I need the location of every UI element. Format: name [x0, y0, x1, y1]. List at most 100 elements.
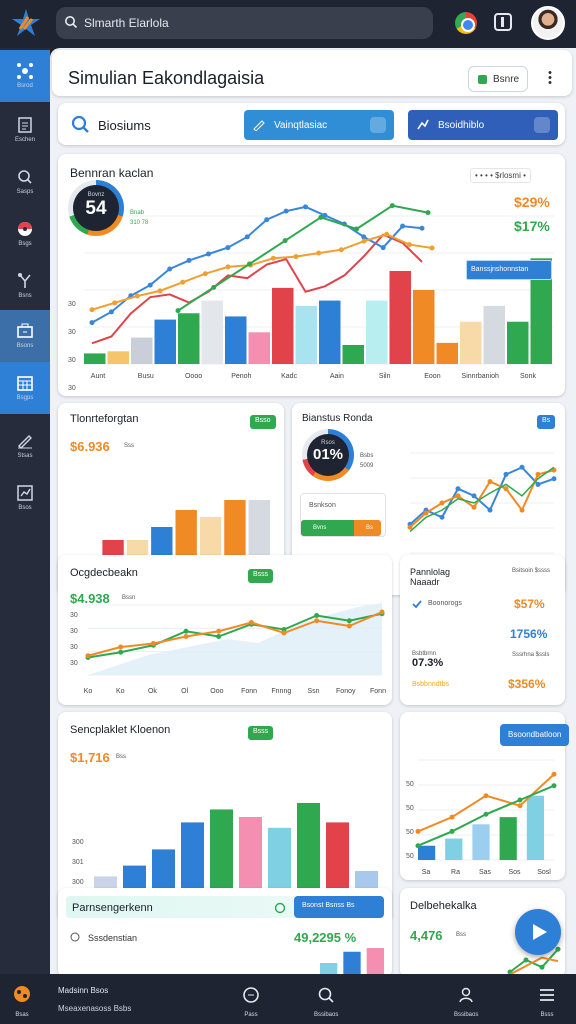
sidebar-item-label: Sasps — [16, 189, 34, 195]
chart-bar — [84, 353, 106, 364]
data-point — [487, 507, 493, 513]
bottom-nav-clock[interactable]: Pass — [242, 986, 260, 1018]
data-point — [157, 288, 163, 294]
x-tick-label: Sinnrbanioh — [462, 373, 499, 380]
bottom-nav-home[interactable]: Bsas — [12, 984, 32, 1018]
grid-icon — [17, 376, 33, 391]
data-point — [183, 634, 189, 639]
data-point — [425, 210, 431, 216]
record-icon — [18, 222, 32, 236]
search-input-text[interactable]: Slmarth Elarlola — [84, 16, 169, 30]
more-options-icon[interactable] — [548, 70, 552, 84]
data-point — [483, 811, 489, 817]
chart-bar — [319, 300, 341, 364]
chart-bar — [131, 337, 153, 364]
x-tick-label: Eoon — [424, 373, 440, 380]
save-button[interactable]: Bsnre — [468, 66, 528, 92]
save-icon — [478, 75, 487, 84]
x-tick-label: Kadc — [281, 373, 297, 380]
y-tick-label: 30 — [70, 644, 78, 651]
sidebar-item-calendar[interactable]: Bsgps — [0, 362, 50, 414]
data-point — [216, 628, 222, 634]
data-point — [282, 238, 288, 244]
chart-bar — [418, 845, 436, 860]
data-point — [264, 217, 270, 223]
bottom-nav-search[interactable]: Bssibaos — [314, 986, 338, 1018]
y-tick-label: 30 — [70, 612, 78, 619]
chart-box-icon — [17, 485, 33, 501]
row-label: Sssrhna $ssls — [512, 652, 550, 658]
row-label: Bsbbnndtbs — [412, 681, 449, 688]
sidebar-item-reports[interactable]: Bsos — [0, 472, 50, 524]
data-point — [415, 843, 421, 849]
search-icon — [65, 16, 78, 29]
data-point — [293, 254, 299, 260]
chart-bar — [326, 822, 349, 898]
page-header: Simulian Eakondlagaisia Bsnre — [52, 50, 572, 96]
tab-strip: Biosiums Vainqtlasiac Bsoidhiblo — [58, 103, 565, 145]
y-tick-label: 30 — [68, 301, 76, 308]
data-point — [225, 264, 231, 270]
data-point — [389, 203, 395, 209]
bottom-nav-title: Madsinn Bsos — [58, 986, 109, 995]
gauge-note: 310 78 — [130, 220, 149, 226]
search-icon — [318, 987, 334, 1003]
sidebar-item-portfolio[interactable]: Bsons — [0, 310, 50, 362]
data-point — [400, 223, 406, 229]
sidebar-item-label: Bsgs — [18, 241, 32, 247]
data-point — [406, 242, 412, 248]
top-bar: Slmarth Elarlola — [0, 0, 576, 48]
chart-bar — [295, 305, 317, 364]
data-point — [415, 828, 421, 834]
data-point — [346, 623, 352, 629]
sidebar-item-edit[interactable]: Stsas — [0, 420, 50, 472]
x-tick-label: Ol — [181, 688, 188, 695]
sidebar-item-label: Bsns — [18, 293, 32, 299]
x-tick-label: Ra — [451, 869, 460, 876]
gauge-note: Bnab — [130, 210, 145, 216]
y-tick-label: 30 — [68, 385, 76, 392]
chart-bar — [178, 313, 200, 364]
chart-bar — [436, 342, 458, 364]
y-tick-label: 50 — [406, 853, 414, 860]
data-point — [183, 628, 189, 634]
bottom-nav-profile[interactable]: Bssibaos — [454, 986, 478, 1018]
sidebar-item-search[interactable]: Sasps — [0, 156, 50, 208]
data-point — [150, 641, 156, 646]
sidebar-item-label: Bsos — [18, 505, 32, 511]
sidebar-item-records[interactable]: Bsgs — [0, 208, 50, 260]
sidebar-item-home[interactable]: Bsrod — [0, 50, 50, 102]
y-tick-label: 30 — [68, 329, 76, 336]
tab-vainqtlasiac[interactable]: Vainqtlasiac — [244, 110, 394, 140]
data-point — [134, 293, 140, 299]
x-tick-label: Sos — [508, 869, 521, 876]
panel-toggle-icon[interactable] — [494, 13, 512, 31]
data-point — [439, 514, 445, 520]
browser-icon[interactable] — [455, 12, 477, 34]
data-point — [551, 783, 557, 789]
row-value: 07.3% — [412, 657, 444, 669]
data-point — [118, 644, 124, 650]
play-fab-button[interactable] — [515, 909, 561, 955]
stat-note: Bsitsoin $ssss — [512, 568, 551, 574]
bottom-nav-menu[interactable]: Bsss — [538, 986, 556, 1018]
sidebar-item-label: Bsrod — [17, 83, 33, 89]
x-tick-label: Fonn — [241, 688, 257, 695]
data-point — [281, 630, 287, 636]
fork-icon — [18, 273, 31, 288]
data-point — [89, 320, 95, 326]
edit-icon — [253, 120, 265, 131]
tab-bsoidhiblo[interactable]: Bsoidhiblo — [408, 110, 558, 140]
search-bar[interactable]: Slmarth Elarlola — [56, 7, 433, 39]
row-value: 1756% — [510, 627, 548, 641]
card-chart-f: Bsoondbatloon 50 50 50 50 Sa Ra Sas Sos Sosl — [400, 712, 570, 880]
x-tick-label: Ok — [148, 688, 157, 695]
bottom-nav-subtitle: Mseaxenasoss Bsbs — [58, 1004, 132, 1013]
user-avatar[interactable] — [531, 6, 565, 40]
chart-bar — [210, 809, 233, 898]
app-logo-icon[interactable] — [10, 7, 42, 39]
sidebar-item-branches[interactable]: Bsns — [0, 260, 50, 312]
y-tick-label: 301 — [72, 859, 84, 866]
sidebar-item-documents[interactable]: Eschen — [0, 104, 50, 156]
y-tick-label: 300 — [72, 879, 84, 886]
